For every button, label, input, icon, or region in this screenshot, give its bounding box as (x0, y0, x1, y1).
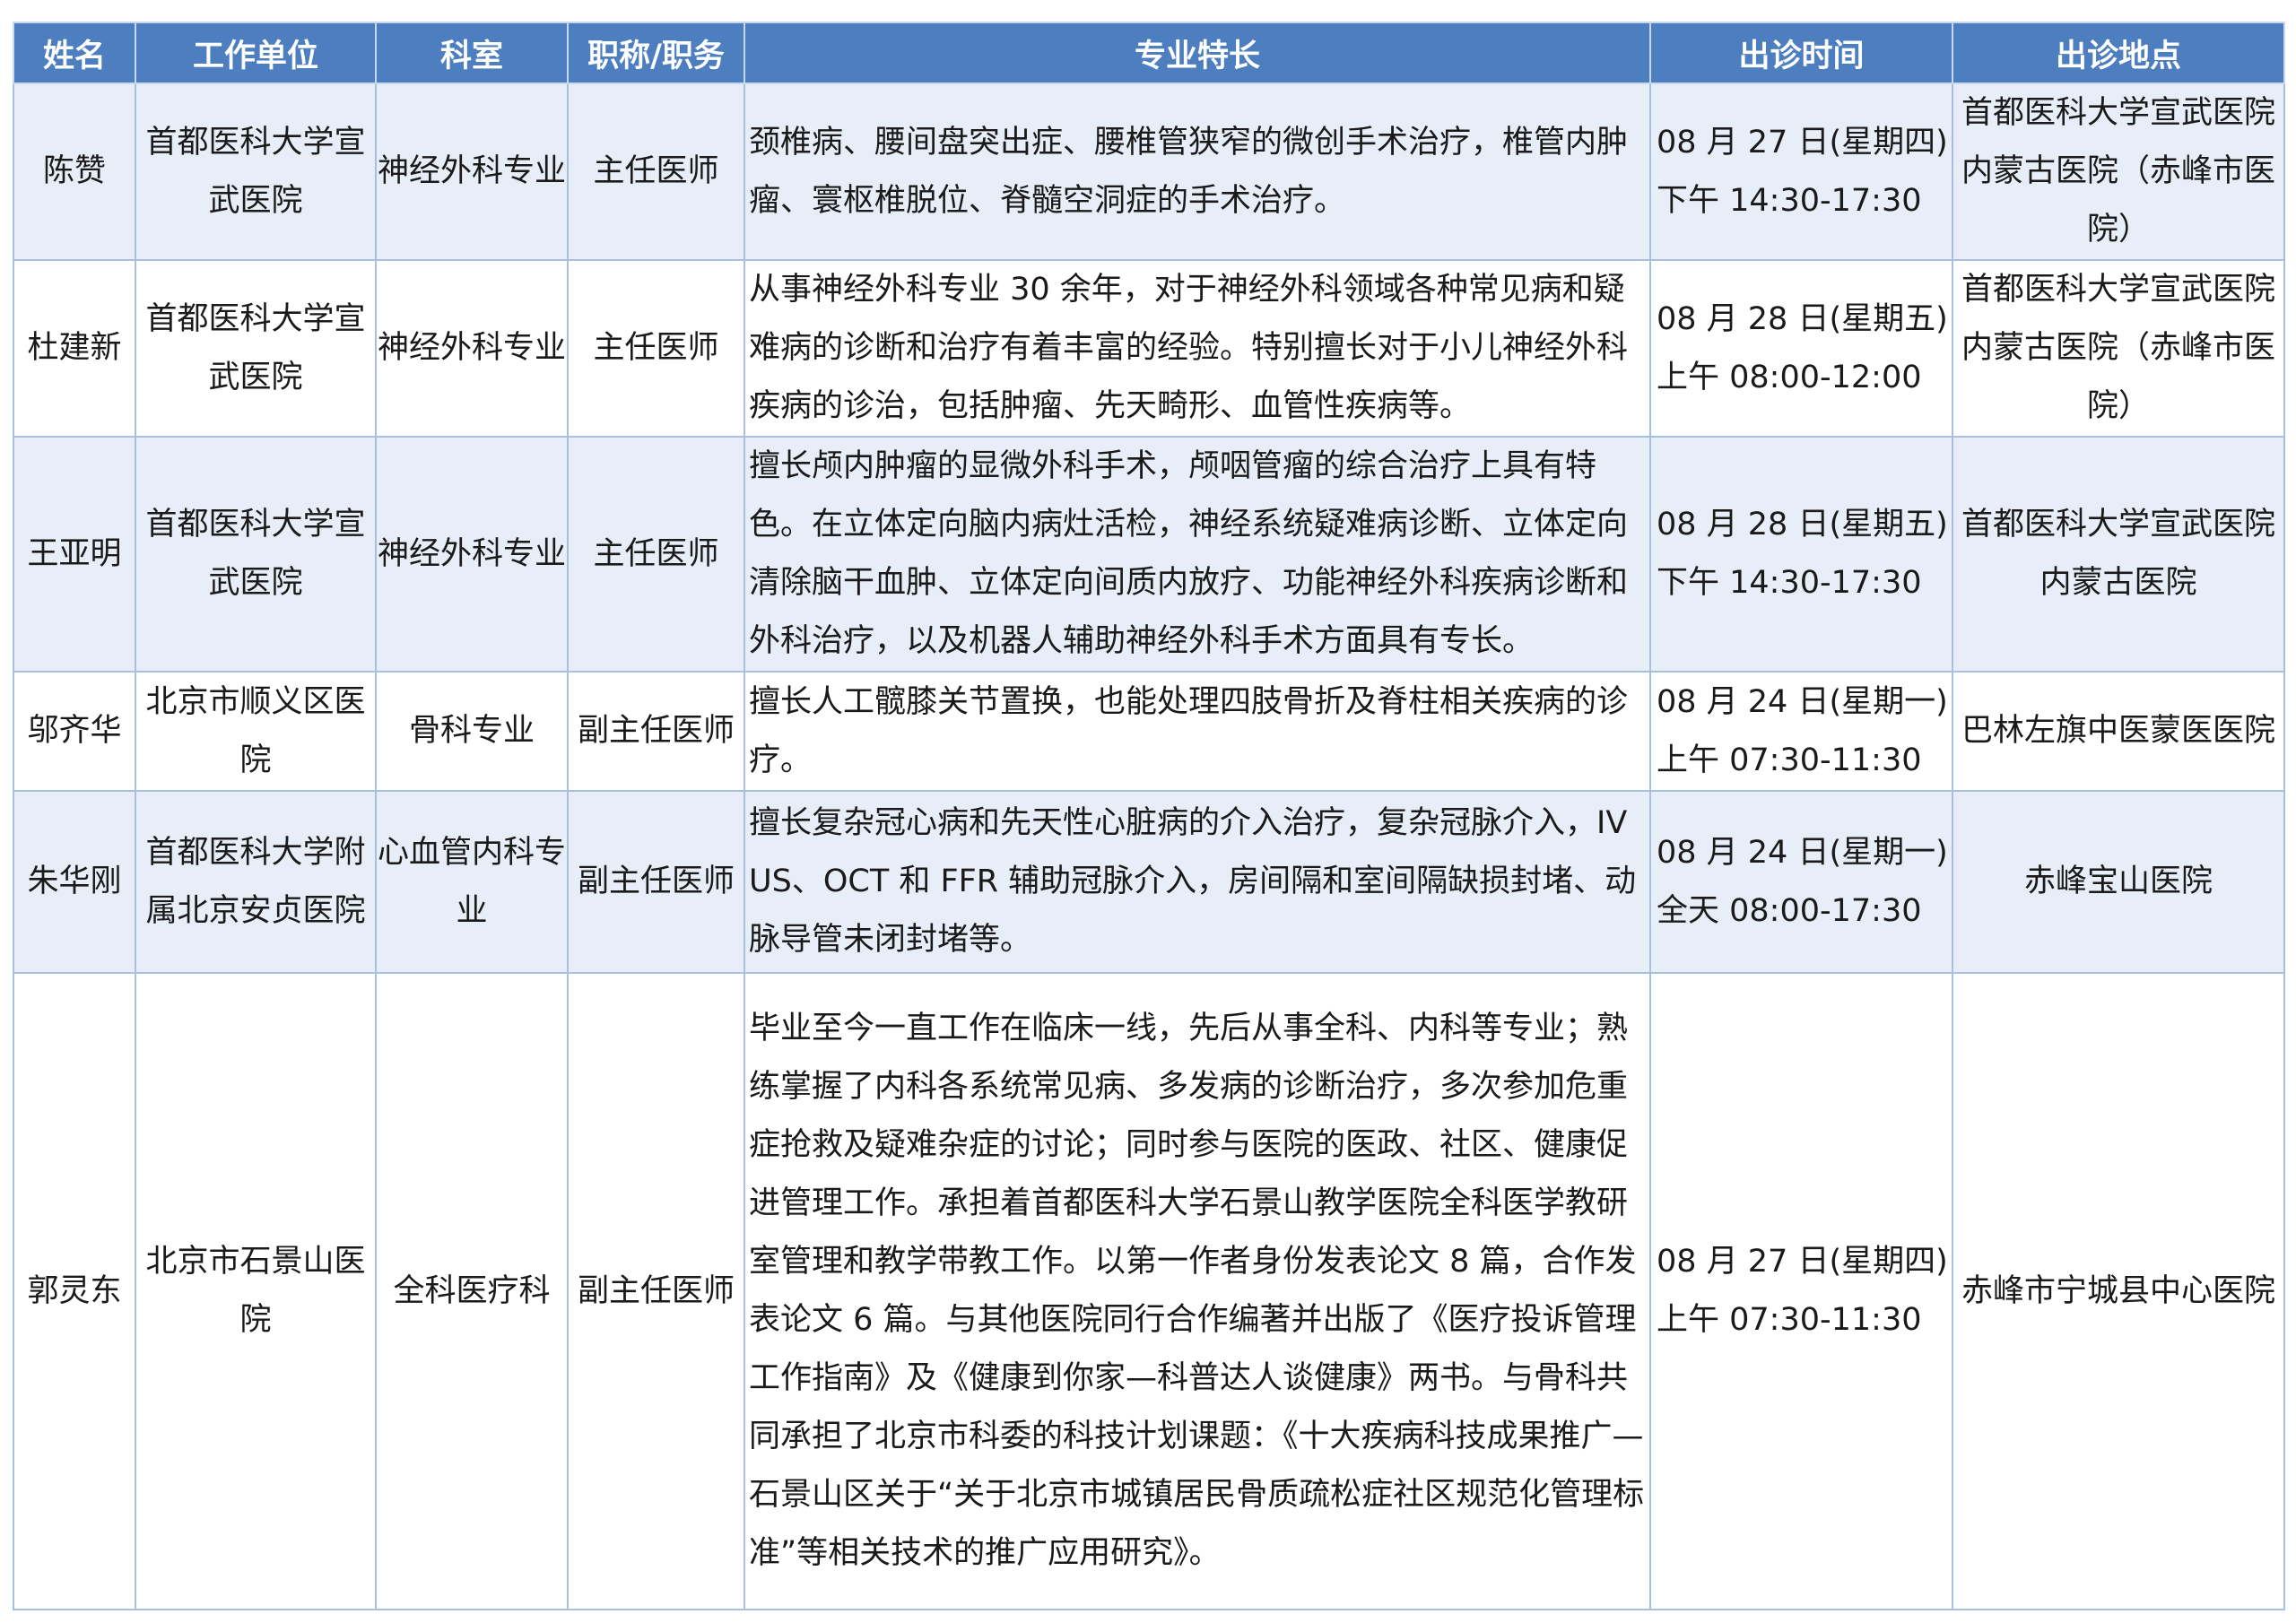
table-row: 杜建新 首都医科大学宣武医院 神经外科专业 主任医师 从事神经外科专业 30 余… (13, 259, 2285, 438)
cell-dept: 神经外科专业 (375, 82, 569, 261)
cell-unit: 首都医科大学宣武医院 (135, 82, 377, 261)
cell-time: 08 月 24 日(星期一) 上午 07:30-11:30 (1649, 671, 1953, 792)
cell-title: 主任医师 (567, 259, 745, 438)
cell-time: 08 月 24 日(星期一) 全天 08:00-17:30 (1649, 790, 1953, 974)
table-row: 王亚明 首都医科大学宣武医院 神经外科专业 主任医师 擅长颅内肿瘤的显微外科手术… (13, 436, 2285, 673)
time-date: 08 月 24 日(星期一) (1657, 683, 1948, 720)
cell-title: 副主任医师 (567, 972, 745, 1610)
time-slot: 上午 08:00-12:00 (1657, 359, 1922, 395)
cell-title: 副主任医师 (567, 671, 745, 792)
time-slot: 上午 07:30-11:30 (1657, 742, 1922, 778)
column-header-specialty: 专业特长 (744, 22, 1651, 84)
cell-time: 08 月 27 日(星期四) 上午 07:30-11:30 (1649, 972, 1953, 1610)
cell-location: 赤峰市宁城县中心医院 (1952, 972, 2285, 1610)
cell-location: 赤峰宝山医院 (1952, 790, 2285, 974)
cell-specialty: 擅长颅内肿瘤的显微外科手术，颅咽管瘤的综合治疗上具有特色。在立体定向脑内病灶活检… (744, 436, 1651, 673)
schedule-sheet: 姓名 工作单位 科室 职称/职务 专业特长 出诊时间 出诊地点 陈赞 首都医科大… (13, 22, 2285, 1610)
cell-dept: 心血管内科专业 (375, 790, 569, 974)
column-header-location: 出诊地点 (1952, 22, 2285, 84)
cell-title: 副主任医师 (567, 790, 745, 974)
cell-location: 巴林左旗中医蒙医医院 (1952, 671, 2285, 792)
cell-name: 杜建新 (13, 259, 136, 438)
time-date: 08 月 28 日(星期五) (1657, 507, 1948, 542)
cell-time: 08 月 28 日(星期五) 下午 14:30-17:30 (1649, 436, 1953, 673)
cell-name: 陈赞 (13, 82, 136, 261)
column-header-time: 出诊时间 (1649, 22, 1953, 84)
cell-name: 郭灵东 (13, 972, 136, 1610)
cell-location: 首都医科大学宣武医院内蒙古医院（赤峰市医院） (1952, 259, 2285, 438)
column-header-dept: 科室 (375, 22, 569, 84)
table-header-row: 姓名 工作单位 科室 职称/职务 专业特长 出诊时间 出诊地点 (13, 22, 2285, 84)
doctor-schedule-table: 姓名 工作单位 科室 职称/职务 专业特长 出诊时间 出诊地点 陈赞 首都医科大… (13, 22, 2285, 1610)
cell-title: 主任医师 (567, 82, 745, 261)
cell-name: 邬齐华 (13, 671, 136, 792)
cell-time: 08 月 28 日(星期五) 上午 08:00-12:00 (1649, 259, 1953, 438)
cell-name: 朱华刚 (13, 790, 136, 974)
time-date: 08 月 27 日(星期四) (1657, 124, 1948, 161)
cell-specialty: 擅长复杂冠心病和先天性心脏病的介入治疗，复杂冠脉介入，IVUS、OCT 和 FF… (744, 790, 1651, 974)
cell-unit: 首都医科大学附属北京安贞医院 (135, 790, 377, 974)
column-header-unit: 工作单位 (135, 22, 377, 84)
cell-unit: 北京市石景山医院 (135, 972, 377, 1610)
cell-specialty: 颈椎病、腰间盘突出症、腰椎管狭窄的微创手术治疗，椎管内肿瘤、寰枢椎脱位、脊髓空洞… (744, 82, 1651, 261)
table-row: 朱华刚 首都医科大学附属北京安贞医院 心血管内科专业 副主任医师 擅长复杂冠心病… (13, 790, 2285, 974)
time-date: 08 月 28 日(星期五) (1657, 300, 1948, 337)
time-date: 08 月 24 日(星期一) (1657, 834, 1948, 871)
cell-dept: 神经外科专业 (375, 436, 569, 673)
table-row: 陈赞 首都医科大学宣武医院 神经外科专业 主任医师 颈椎病、腰间盘突出症、腰椎管… (13, 82, 2285, 261)
cell-specialty: 擅长人工髋膝关节置换，也能处理四肢骨折及脊柱相关疾病的诊疗。 (744, 671, 1651, 792)
cell-unit: 首都医科大学宣武医院 (135, 259, 377, 438)
cell-dept: 神经外科专业 (375, 259, 569, 438)
column-header-title: 职称/职务 (567, 22, 745, 84)
time-slot: 全天 08:00-17:30 (1657, 892, 1922, 929)
cell-specialty: 毕业至今一直工作在临床一线，先后从事全科、内科等专业；熟练掌握了内科各系统常见病… (744, 972, 1651, 1610)
cell-name: 王亚明 (13, 436, 136, 673)
cell-dept: 全科医疗科 (375, 972, 569, 1610)
time-date: 08 月 27 日(星期四) (1657, 1244, 1948, 1280)
time-slot: 下午 14:30-17:30 (1657, 565, 1922, 601)
cell-location: 首都医科大学宣武医院内蒙古医院（赤峰市医院） (1952, 82, 2285, 261)
cell-time: 08 月 27 日(星期四) 下午 14:30-17:30 (1649, 82, 1953, 261)
cell-specialty: 从事神经外科专业 30 余年，对于神经外科领域各种常见病和疑难病的诊断和治疗有着… (744, 259, 1651, 438)
time-slot: 下午 14:30-17:30 (1657, 182, 1922, 219)
cell-location: 首都医科大学宣武医院内蒙古医院 (1952, 436, 2285, 673)
column-header-name: 姓名 (13, 22, 136, 84)
cell-unit: 首都医科大学宣武医院 (135, 436, 377, 673)
table-row: 郭灵东 北京市石景山医院 全科医疗科 副主任医师 毕业至今一直工作在临床一线，先… (13, 972, 2285, 1610)
cell-unit: 北京市顺义区医院 (135, 671, 377, 792)
table-row: 邬齐华 北京市顺义区医院 骨科专业 副主任医师 擅长人工髋膝关节置换，也能处理四… (13, 671, 2285, 792)
cell-dept: 骨科专业 (375, 671, 569, 792)
time-slot: 上午 07:30-11:30 (1657, 1302, 1922, 1338)
cell-title: 主任医师 (567, 436, 745, 673)
